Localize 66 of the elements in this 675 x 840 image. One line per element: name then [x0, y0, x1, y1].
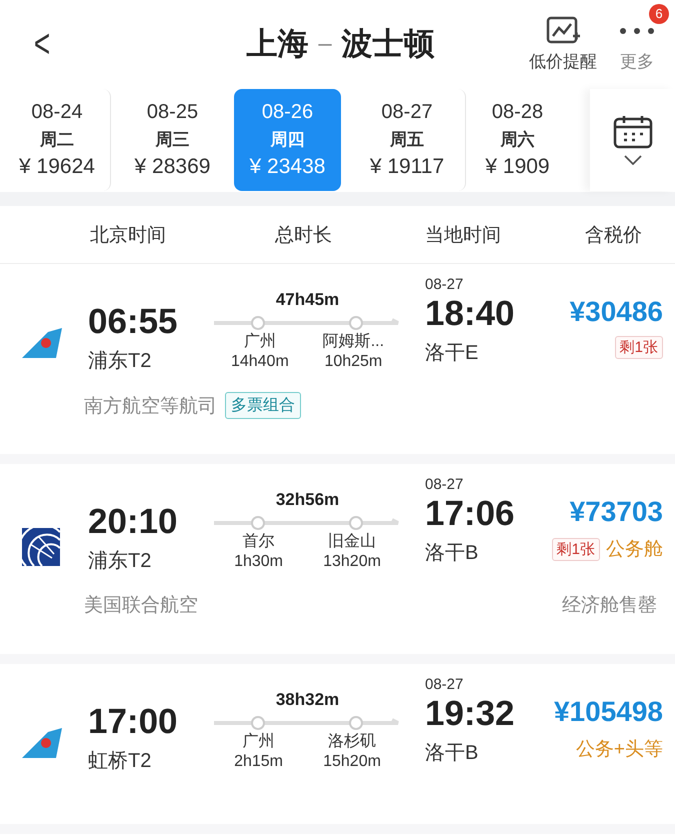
arrival-time: 18:40 — [425, 296, 516, 331]
layover-time: 15h20m — [323, 752, 381, 772]
column-header: 北京时间 — [90, 224, 167, 248]
chevron-down-icon — [624, 155, 642, 165]
layover-time: 14h40m — [230, 352, 289, 372]
column-header: 当地时间 — [425, 224, 502, 248]
arrival-airport: 洛干B — [425, 741, 480, 766]
airline-globe-icon — [22, 528, 60, 566]
stop-city: 广州 — [242, 732, 275, 752]
airline-name: 南方航空等航司 — [84, 394, 217, 418]
layover-time: 10h25m — [324, 352, 382, 372]
arrival-airport: 洛干E — [425, 341, 480, 366]
departure-airport: 浦东T2 — [88, 549, 152, 574]
notification-badge: 6 — [649, 4, 669, 24]
origin-city: 上海 — [246, 25, 308, 63]
date-tab[interactable]: 08-24 周二 ¥ 19624 — [4, 89, 111, 191]
date-tab[interactable]: 08-25 周三 ¥ 28369 — [119, 89, 226, 191]
price-chart-icon — [546, 16, 580, 46]
seats-left-tag: 剩1张 — [614, 336, 663, 359]
calendar-button[interactable] — [590, 89, 675, 191]
date-tab[interactable]: 08-28 周六 ¥ 1909 — [474, 89, 561, 191]
flight-card[interactable]: 17:00 虹桥T2 38h32m 广州 2h15m 洛杉矶 15h20m 08-27 19:32 洛干B ¥105498 公务+头等 — [0, 664, 675, 834]
departure-time: 17:00 — [88, 704, 179, 739]
flight-card[interactable]: 06:55 浦东T2 47h45m 广州 14h40m 阿姆斯... 10h25m 08-27 18:40 洛干E ¥30486 剩1张 南方航空等航司 多票组合 — [0, 264, 675, 464]
cabin-class: 公务舱 — [606, 538, 663, 562]
arrival-time: 17:06 — [425, 496, 516, 531]
layover-time: 13h20m — [323, 552, 381, 572]
airline-tail-icon — [22, 328, 62, 360]
flight-price: ¥105498 — [554, 696, 663, 728]
departure-airport: 浦东T2 — [88, 349, 152, 374]
multi-ticket-tag: 多票组合 — [225, 392, 301, 419]
stop-city: 首尔 — [242, 532, 275, 552]
flight-card[interactable]: 20:10 浦东T2 32h56m 首尔 1h30m 旧金山 13h20m 08-27 17:06 洛干B ¥73703 剩1张 公务舱 美国联合航空 经济舱售罄 — [0, 464, 675, 664]
layover-time: 1h30m — [234, 552, 283, 572]
back-button[interactable]: < — [28, 22, 56, 66]
flight-duration: 32h56m — [274, 490, 340, 510]
layover-time: 2h15m — [234, 752, 283, 772]
flight-price: ¥30486 — [570, 296, 663, 328]
flight-duration: 38h32m — [274, 690, 340, 710]
stop-city: 旧金山 — [328, 532, 376, 552]
route-separator: – — [318, 30, 332, 58]
more-icon — [619, 28, 655, 34]
seats-left-tag: 剩1张 — [552, 538, 600, 560]
flight-duration: 47h45m — [274, 290, 340, 310]
flight-price: ¥73703 — [570, 496, 663, 528]
column-header: 总时长 — [275, 224, 333, 248]
arrival-airport: 洛干B — [425, 541, 480, 566]
date-tab[interactable]: 08-27 周五 ¥ 19117 — [349, 89, 466, 191]
departure-time: 20:10 — [88, 504, 179, 539]
arrival-date: 08-27 — [425, 276, 464, 293]
destination-city: 波士顿 — [342, 25, 435, 63]
stop-city: 阿姆斯... — [322, 332, 384, 352]
airline-name: 美国联合航空 — [84, 594, 198, 618]
calendar-icon — [612, 115, 652, 149]
arrival-time: 19:32 — [425, 696, 516, 731]
price-alert-button[interactable]: 低价提醒 — [529, 16, 597, 72]
departure-airport: 虹桥T2 — [88, 749, 152, 774]
column-header: 含税价 — [585, 224, 643, 248]
stop-city: 洛杉矶 — [328, 732, 376, 752]
arrival-date: 08-27 — [425, 676, 464, 693]
arrival-date: 08-27 — [425, 476, 464, 493]
sold-out-note: 经济舱售罄 — [562, 594, 657, 618]
cabin-class: 公务+头等 — [576, 738, 663, 762]
airline-tail-icon — [22, 728, 62, 760]
departure-time: 06:55 — [88, 304, 179, 339]
stop-city: 广州 — [244, 332, 276, 352]
